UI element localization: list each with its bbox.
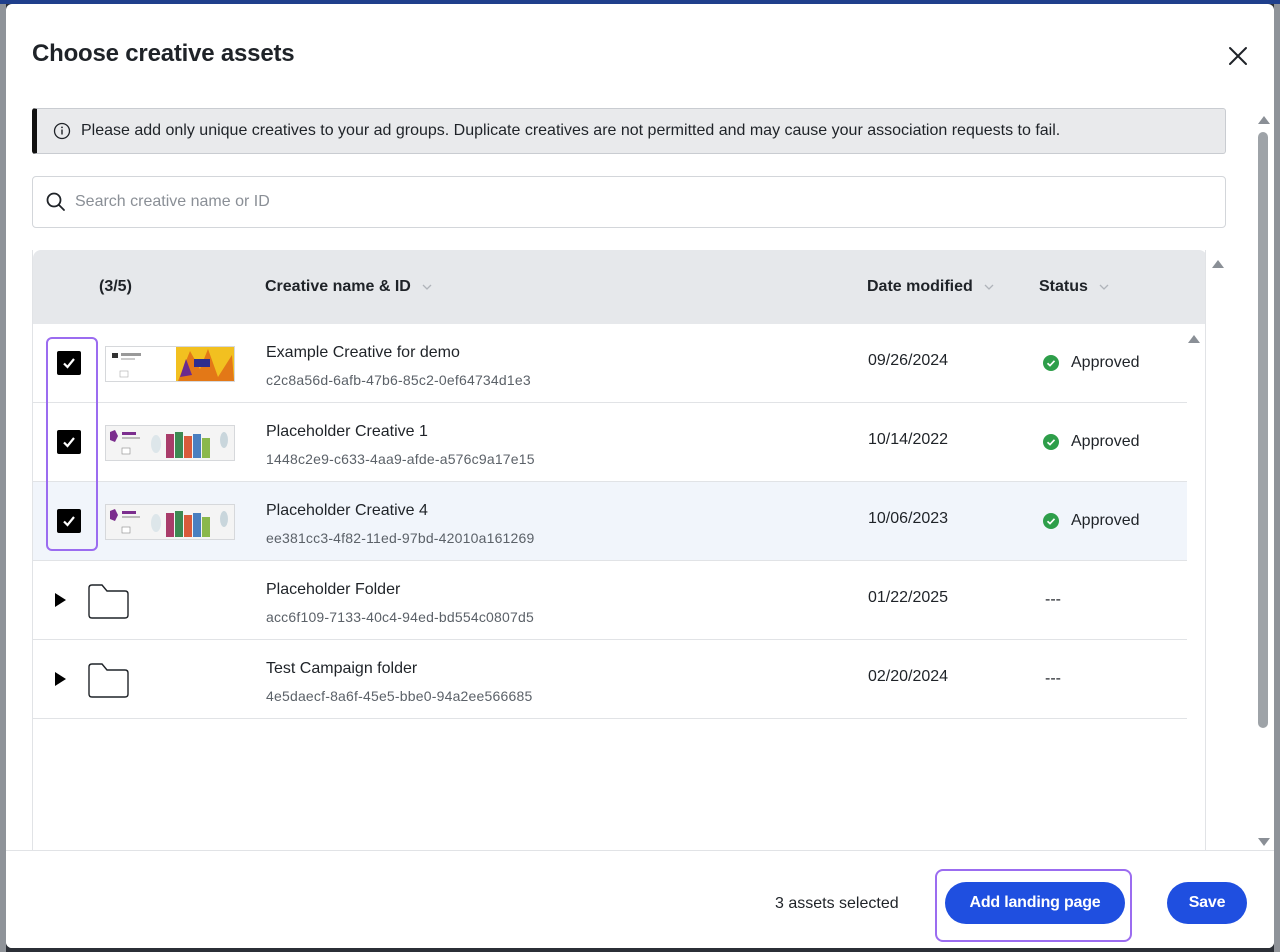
- expand-caret-icon[interactable]: [55, 672, 66, 686]
- scrollbar-thumb[interactable]: [1258, 132, 1268, 728]
- search-box[interactable]: [32, 176, 1226, 228]
- status-empty: ---: [1045, 670, 1061, 687]
- column-header-name[interactable]: Creative name & ID: [265, 278, 433, 296]
- status-empty: ---: [1045, 591, 1061, 608]
- list-scroll-up-icon[interactable]: [1188, 335, 1200, 343]
- checkmark-icon: [63, 358, 75, 369]
- folder-name: Placeholder Folder: [266, 581, 401, 598]
- checkmark-icon: [63, 437, 75, 448]
- background-overlay-right: [1274, 4, 1280, 952]
- folder-id: 4e5daecf-8a6f-45e5-bbe0-94a2ee566685: [266, 688, 533, 704]
- scroll-up-icon[interactable]: [1258, 116, 1270, 124]
- creative-name: Placeholder Creative 1: [266, 423, 428, 440]
- check-circle-icon: [1043, 355, 1059, 371]
- table-row[interactable]: Placeholder Creative 4 ee381cc3-4f82-11e…: [33, 482, 1187, 561]
- close-button[interactable]: [1224, 42, 1252, 70]
- creative-name: Example Creative for demo: [266, 344, 460, 361]
- table-scroll-up-icon[interactable]: [1212, 260, 1224, 268]
- choose-creative-assets-modal: Choose creative assets Please add only u…: [6, 4, 1274, 948]
- creative-id: 1448c2e9-c633-4aa9-afde-a576c9a17e15: [266, 451, 535, 467]
- chevron-down-icon: [422, 284, 432, 290]
- status-badge: Approved: [1043, 512, 1140, 530]
- notice-text: Please add only unique creatives to your…: [81, 122, 1061, 139]
- date-modified: 01/22/2025: [868, 589, 949, 606]
- column-header-date[interactable]: Date modified: [867, 278, 995, 296]
- chevron-down-icon: [1099, 284, 1109, 290]
- table-row[interactable]: Placeholder Creative 1 1448c2e9-c633-4aa…: [33, 403, 1187, 482]
- expand-caret-icon[interactable]: [55, 593, 66, 607]
- chevron-down-icon: [984, 284, 994, 290]
- creative-thumbnail: [105, 346, 235, 382]
- add-landing-page-button[interactable]: Add landing page: [945, 882, 1125, 924]
- modal-scrollbar[interactable]: [1254, 108, 1272, 852]
- creative-id: ee381cc3-4f82-11ed-97bd-42010a161269: [266, 530, 535, 546]
- date-modified: 09/26/2024: [868, 352, 949, 369]
- table-body: Example Creative for demo c2c8a56d-6afb-…: [33, 324, 1187, 719]
- row-checkbox[interactable]: [57, 351, 81, 375]
- modal-footer: 3 assets selected Add landing page Save: [6, 850, 1274, 948]
- folder-name: Test Campaign folder: [266, 660, 418, 677]
- modal-title: Choose creative assets: [32, 40, 295, 67]
- table-row[interactable]: Placeholder Folder acc6f109-7133-40c4-94…: [33, 561, 1187, 640]
- info-icon: [53, 122, 71, 140]
- folder-icon: [88, 663, 129, 698]
- creative-thumbnail: [105, 425, 235, 461]
- table-header: (3/5) Creative name & ID Date modified S…: [33, 250, 1205, 324]
- selection-count-header: (3/5): [99, 278, 132, 295]
- folder-icon: [88, 584, 129, 619]
- folder-id: acc6f109-7133-40c4-94ed-bd554c0807d5: [266, 609, 534, 625]
- search-icon: [46, 192, 65, 211]
- notice-banner: Please add only unique creatives to your…: [32, 108, 1226, 154]
- close-icon: [1229, 47, 1247, 65]
- checkmark-icon: [63, 516, 75, 527]
- column-header-status[interactable]: Status: [1039, 278, 1110, 296]
- creative-thumbnail: [105, 504, 235, 540]
- assets-table: (3/5) Creative name & ID Date modified S…: [32, 250, 1206, 852]
- search-input[interactable]: [75, 193, 1175, 211]
- save-button[interactable]: Save: [1167, 882, 1247, 924]
- creative-name: Placeholder Creative 4: [266, 502, 428, 519]
- check-circle-icon: [1043, 434, 1059, 450]
- table-row[interactable]: Example Creative for demo c2c8a56d-6afb-…: [33, 324, 1187, 403]
- row-checkbox[interactable]: [57, 509, 81, 533]
- table-row[interactable]: Test Campaign folder 4e5daecf-8a6f-45e5-…: [33, 640, 1187, 719]
- check-circle-icon: [1043, 513, 1059, 529]
- selected-count-text: 3 assets selected: [775, 895, 899, 912]
- date-modified: 10/14/2022: [868, 431, 949, 448]
- date-modified: 02/20/2024: [868, 668, 949, 685]
- date-modified: 10/06/2023: [868, 510, 949, 527]
- scroll-down-icon[interactable]: [1258, 838, 1270, 846]
- row-checkbox[interactable]: [57, 430, 81, 454]
- creative-id: c2c8a56d-6afb-47b6-85c2-0ef64734d1e3: [266, 372, 531, 388]
- status-badge: Approved: [1043, 354, 1140, 372]
- status-badge: Approved: [1043, 433, 1140, 451]
